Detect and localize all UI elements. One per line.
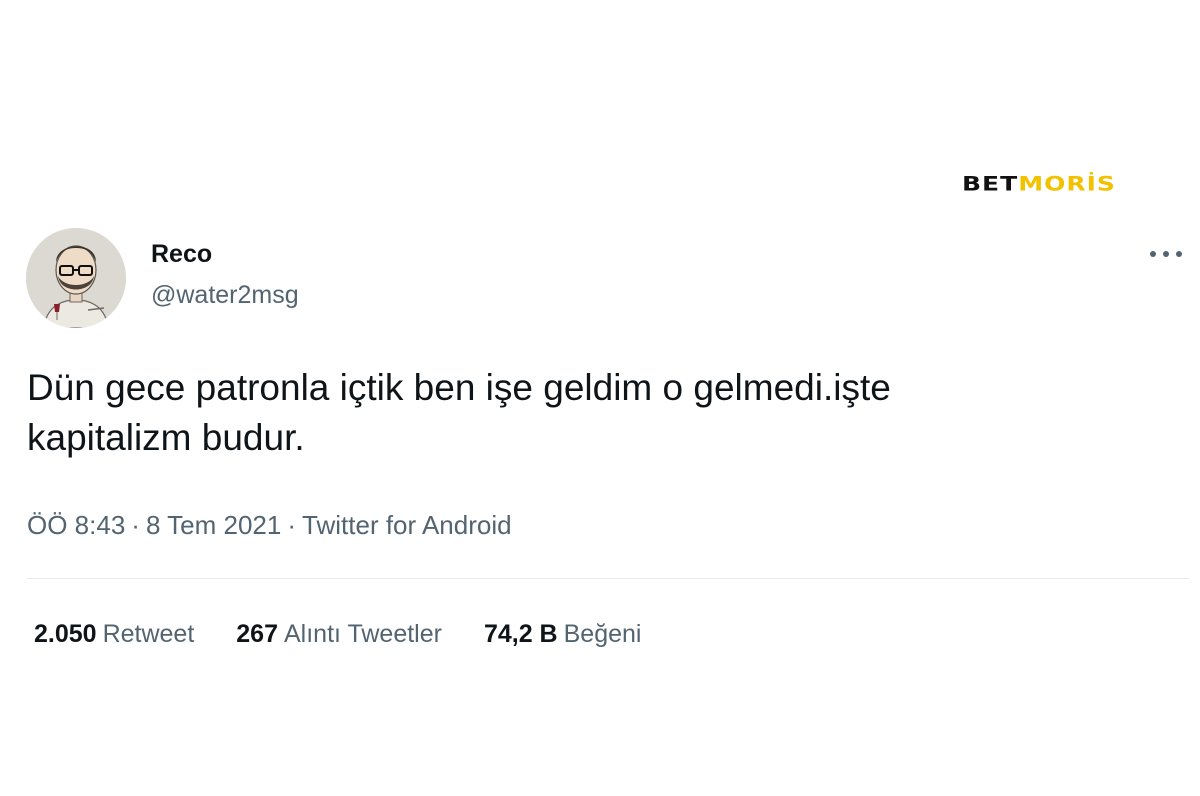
logo-part-bet: BET	[962, 172, 1019, 196]
logo-part-moris: MORİS	[1018, 172, 1116, 196]
tweet-text: Dün gece patronla içtik ben işe geldim o…	[27, 363, 1167, 463]
betmoris-logo: BETMORİS	[962, 174, 1164, 194]
likes-label: Beğeni	[563, 620, 642, 648]
meta-separator: ·	[131, 510, 140, 540]
quotes-label: Alıntı Tweetler	[284, 620, 442, 648]
meta-separator: ·	[287, 510, 297, 540]
tweet-text-line-1: Dün gece patronla içtik ben işe geldim o…	[27, 367, 891, 408]
tweet-date[interactable]: 8 Tem 2021	[146, 510, 281, 540]
quotes-stat[interactable]: 267 Alıntı Tweetler	[236, 620, 442, 649]
tweet-source[interactable]: Twitter for Android	[302, 510, 512, 540]
retweets-stat[interactable]: 2.050 Retweet	[34, 620, 194, 649]
quotes-count: 267	[236, 620, 278, 648]
tweet-meta: ÖÖ 8:43 · 8 Tem 2021 · Twitter for Android	[27, 510, 512, 541]
avatar[interactable]	[26, 228, 126, 328]
tweet-text-line-2: kapitalizm budur.	[27, 417, 305, 458]
likes-count: 74,2 B	[483, 620, 558, 648]
retweets-label: Retweet	[102, 620, 195, 648]
likes-stat[interactable]: 74,2 B Beğeni	[484, 620, 642, 649]
tweet-time[interactable]: ÖÖ 8:43	[27, 510, 125, 540]
more-options-button[interactable]	[1150, 244, 1182, 264]
tweet-stats: 2.050 Retweet 267 Alıntı Tweetler 74,2 B Be…	[34, 620, 641, 649]
display-name[interactable]: Reco	[151, 240, 212, 269]
caricature-avatar-icon	[26, 228, 126, 328]
retweets-count: 2.050	[34, 620, 97, 648]
divider	[27, 578, 1189, 579]
ellipsis-icon-dot-3	[1176, 251, 1182, 257]
ellipsis-icon-dot-1	[1150, 251, 1156, 257]
user-handle[interactable]: @water2msg	[151, 281, 299, 310]
ellipsis-icon-dot-2	[1163, 251, 1169, 257]
